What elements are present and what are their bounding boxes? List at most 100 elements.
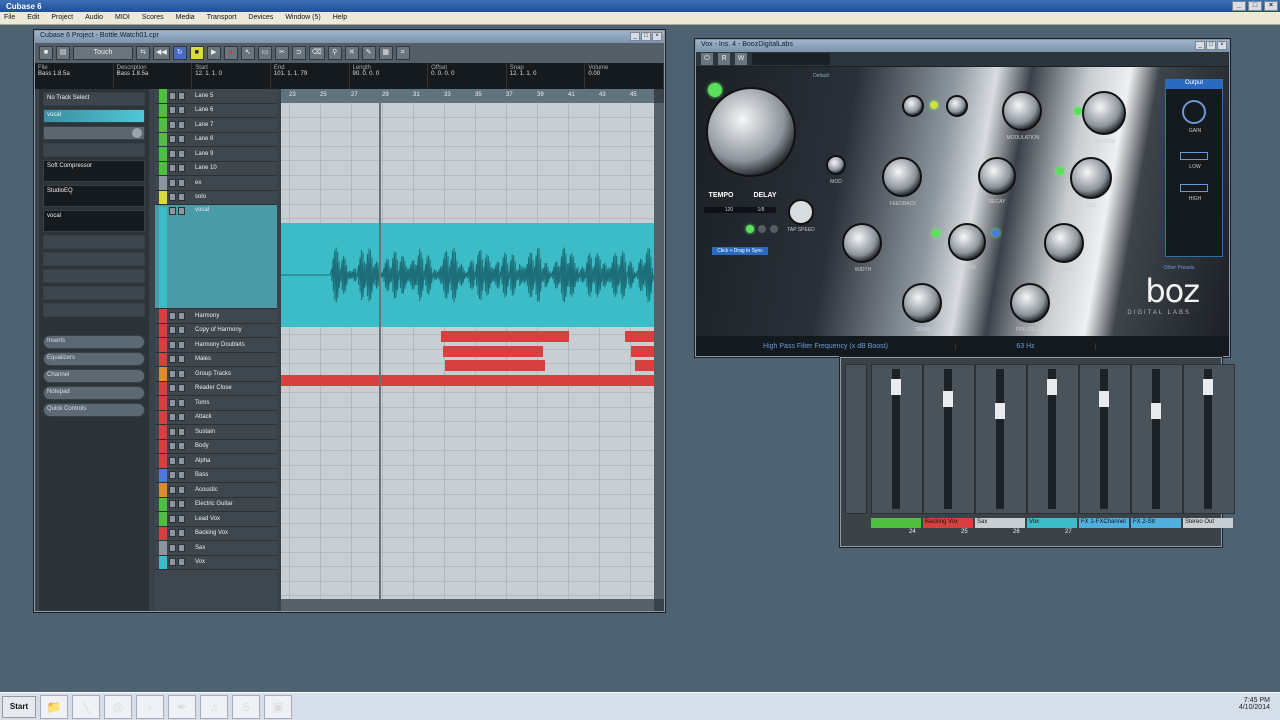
mute-button[interactable]	[169, 207, 176, 215]
track-sax[interactable]: Sax	[155, 541, 277, 556]
active-project-icon[interactable]: ■	[39, 46, 53, 60]
mute-button[interactable]	[169, 442, 176, 451]
solo-button[interactable]	[178, 471, 185, 480]
event-display[interactable]	[281, 103, 654, 599]
mute-button[interactable]	[169, 149, 176, 158]
project-close-button[interactable]: ×	[652, 32, 662, 41]
sync-led-1[interactable]	[746, 225, 754, 233]
project-cursor[interactable]	[379, 103, 381, 599]
mute-button[interactable]	[169, 485, 176, 494]
plugin-close-button[interactable]: ×	[1217, 41, 1227, 50]
insert-slot-5[interactable]	[43, 252, 145, 266]
drive-knob[interactable]	[902, 283, 942, 323]
mute-button[interactable]	[169, 91, 176, 100]
app-icon[interactable]: ▣	[264, 694, 292, 719]
bypass-icon[interactable]: ⏻	[700, 52, 714, 66]
autoscroll-icon[interactable]: ⇆	[136, 46, 150, 60]
solo-button[interactable]	[178, 340, 185, 349]
mute-button[interactable]	[169, 398, 176, 407]
section-notepad[interactable]: Notepad	[43, 386, 145, 400]
midi-part-males[interactable]	[281, 375, 654, 386]
info-snap[interactable]: Snap 12. 1. 1. 0	[507, 63, 586, 89]
reverb-knob[interactable]	[1082, 91, 1126, 135]
high-switch[interactable]	[1180, 184, 1208, 192]
solo-button[interactable]	[178, 442, 185, 451]
track-males[interactable]: Males	[155, 352, 277, 367]
channel-name[interactable]: Vox	[1027, 518, 1077, 528]
chorus-led[interactable]	[932, 229, 940, 237]
gain-knob[interactable]	[1182, 100, 1206, 124]
pen-tool-icon[interactable]: ✒	[168, 694, 196, 719]
solo-button[interactable]	[178, 193, 185, 202]
mute-button[interactable]	[169, 558, 176, 567]
plugin-minimize-button[interactable]: _	[1195, 41, 1205, 50]
start-button[interactable]: Start	[2, 695, 36, 718]
solo-button[interactable]	[178, 207, 185, 215]
track-acoustic[interactable]: Acoustic	[155, 483, 277, 498]
mute-button[interactable]	[169, 514, 176, 523]
inspector-routing[interactable]	[43, 126, 145, 140]
track-vox[interactable]: Vox	[155, 555, 277, 570]
glue-tool-icon[interactable]: ⊃	[291, 46, 306, 60]
solo-button[interactable]	[178, 384, 185, 393]
menu-file[interactable]: File	[4, 14, 15, 22]
solo-button[interactable]	[178, 355, 185, 364]
solo-button[interactable]	[178, 500, 185, 509]
vertical-scrollbar[interactable]	[654, 103, 664, 599]
channel-name[interactable]: FX 2-Str	[1131, 518, 1181, 528]
midi-part-copy-harmony-2[interactable]	[631, 346, 654, 357]
mute-button[interactable]	[169, 120, 176, 129]
timeline-ruler[interactable]: 23 25 27 29 31 33 35 37 39 41 43 45	[281, 89, 654, 103]
track-solo[interactable]: solo	[155, 190, 277, 205]
channel-strip[interactable]	[975, 364, 1027, 514]
solo-button[interactable]	[178, 164, 185, 173]
mute-button[interactable]	[169, 355, 176, 364]
color-knob[interactable]	[948, 223, 986, 261]
mute-button[interactable]	[169, 178, 176, 187]
channel-strip[interactable]	[923, 364, 975, 514]
insert-slot-1[interactable]: Soft Compressor	[43, 160, 145, 182]
solo-button[interactable]	[178, 311, 185, 320]
feedback-knob[interactable]	[882, 157, 922, 197]
track-toms[interactable]: Toms	[155, 396, 277, 411]
mute-tool-icon[interactable]: ✕	[344, 46, 359, 60]
low-switch[interactable]	[1180, 152, 1208, 160]
automation-mode-select[interactable]: Touch	[73, 46, 133, 60]
track-reader-close[interactable]: Reader Close	[155, 381, 277, 396]
fader-handle[interactable]	[1203, 379, 1213, 395]
mute-button[interactable]	[169, 471, 176, 480]
mute-button[interactable]	[169, 311, 176, 320]
fader-handle[interactable]	[1047, 379, 1057, 395]
info-offset[interactable]: Offset 0. 0. 0. 0	[428, 63, 507, 89]
mixer-common-panel[interactable]	[845, 364, 867, 514]
close-button[interactable]: ×	[1264, 1, 1278, 11]
mod-knob[interactable]	[826, 155, 846, 175]
audio-event-vocal[interactable]	[281, 223, 654, 327]
channel-name[interactable]	[871, 518, 921, 528]
fader-track[interactable]	[1151, 369, 1161, 509]
section-channel[interactable]: Channel	[43, 369, 145, 383]
mute-button[interactable]	[169, 106, 176, 115]
track-lane-7[interactable]: Lane 7	[155, 118, 277, 133]
midi-part-harmony[interactable]	[441, 331, 569, 342]
horizontal-scrollbar[interactable]	[281, 599, 654, 611]
modulation-knob[interactable]	[1002, 91, 1042, 131]
channel-name[interactable]: Stereo Out	[1183, 518, 1233, 528]
channel-name[interactable]: Backing Vox	[923, 518, 973, 528]
section-inserts[interactable]: Inserts	[43, 335, 145, 349]
solo-button[interactable]	[178, 106, 185, 115]
channel-strip[interactable]	[1027, 364, 1079, 514]
menu-transport[interactable]: Transport	[207, 14, 237, 22]
delay-value[interactable]: 1/8	[746, 207, 776, 213]
range-tool-icon[interactable]: ▭	[257, 46, 272, 60]
track-backing-vox[interactable]: Backing Vox	[155, 526, 277, 541]
routing-knob-icon[interactable]	[132, 128, 142, 138]
maximize-button[interactable]: □	[1248, 1, 1262, 11]
solo-button[interactable]	[178, 485, 185, 494]
snap-icon[interactable]: ⌗	[395, 46, 410, 60]
menu-edit[interactable]: Edit	[27, 14, 39, 22]
mute-button[interactable]	[169, 135, 176, 144]
zoom-tool-icon[interactable]: ⚲	[327, 46, 342, 60]
track-bass[interactable]: Bass	[155, 468, 277, 483]
minimize-button[interactable]: _	[1232, 1, 1246, 11]
